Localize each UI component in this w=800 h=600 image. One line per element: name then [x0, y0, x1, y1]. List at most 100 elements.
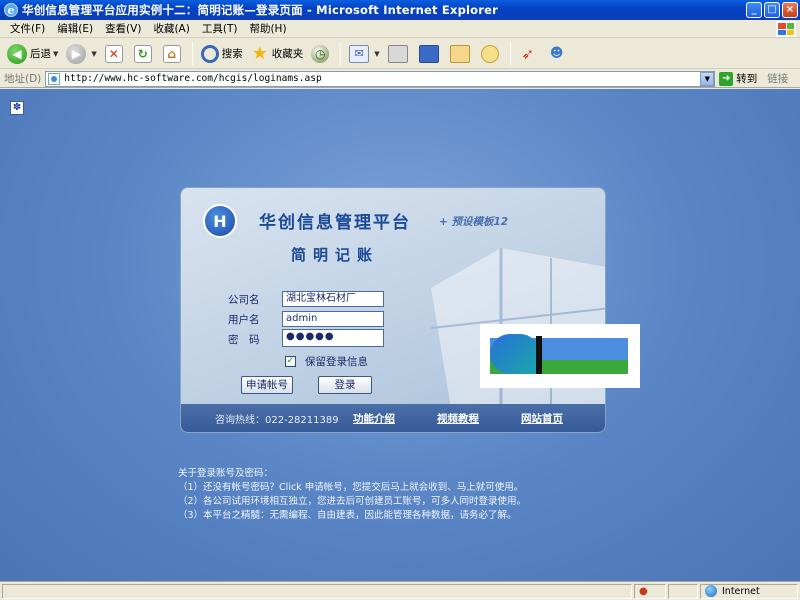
maximize-button[interactable]: □	[764, 2, 780, 18]
platform-subtitle: + 预设模板12	[439, 216, 509, 228]
page-content: ✽ H 华创信息管理平台 + 预设模板12 简明记账 公司名 湖北宝林石材厂 用…	[0, 89, 800, 581]
stop-icon: ✕	[104, 44, 123, 63]
back-arrow-icon: ◀	[7, 43, 27, 64]
research-button[interactable]	[478, 41, 505, 67]
apply-account-button[interactable]: 申请帐号	[241, 376, 293, 394]
notes-title: 关于登录账号及密码：	[178, 468, 274, 479]
zone-label: Internet	[722, 585, 760, 597]
image-shadow	[536, 336, 542, 374]
menu-favorites[interactable]: 收藏(A)	[147, 21, 195, 36]
address-dropdown-icon[interactable]: ▼	[700, 71, 715, 86]
mail-dropdown-icon[interactable]: ▼	[374, 50, 379, 58]
username-label: 用户名	[228, 314, 260, 326]
login-panel: H 华创信息管理平台 + 预设模板12 简明记账 公司名 湖北宝林石材厂 用户名…	[180, 187, 606, 433]
star-icon: ★	[251, 43, 268, 64]
minimize-button[interactable]: _	[746, 2, 762, 18]
menu-tools[interactable]: 工具(T)	[196, 21, 244, 36]
printer-icon	[387, 44, 408, 63]
embedded-image	[480, 324, 640, 388]
address-label: 地址(D)	[4, 73, 42, 85]
security-zone[interactable]: Internet	[700, 583, 798, 599]
mail-button[interactable]: ✉ ▼	[346, 41, 382, 67]
users-icon: ☻	[549, 46, 564, 61]
menu-edit[interactable]: 编辑(E)	[51, 21, 99, 36]
refresh-icon: ↻	[133, 44, 152, 63]
messenger-button[interactable]: ➶	[516, 41, 543, 67]
login-notes: 关于登录账号及密码： （1）还没有帐号密码？Click 申请帐号，您提交后马上就…	[178, 467, 526, 523]
panel-footer: 咨询热线：022-28211389 功能介绍 视频教程 网站首页	[181, 404, 605, 432]
toolbar-separator	[509, 42, 511, 65]
forward-button[interactable]: ▶ ▼	[63, 41, 99, 67]
bird-icon: ➶	[521, 44, 534, 63]
menu-bar: 文件(F) 编辑(E) 查看(V) 收藏(A) 工具(T) 帮助(H)	[0, 20, 800, 38]
research-icon	[480, 44, 499, 63]
search-icon	[200, 44, 219, 63]
refresh-button[interactable]: ↻	[131, 41, 158, 67]
image-shape	[490, 334, 540, 374]
toolbar: ◀ 后退 ▼ ▶ ▼ ✕ ↻ ⌂ 搜索 ★ 收藏夹 ◷ ✉ ▼ ➶ ☻	[0, 39, 800, 69]
back-dropdown-icon[interactable]: ▼	[53, 50, 58, 58]
back-button[interactable]: ◀ 后退 ▼	[4, 41, 61, 67]
notes-line: （2）各公司试用环境相互独立，您进去后可创建员工账号，可多人同时登录使用。	[178, 496, 527, 507]
remember-checkbox[interactable]: ✓	[285, 356, 296, 367]
go-button[interactable]: ➜ 转到	[719, 71, 757, 86]
search-button[interactable]: 搜索	[198, 41, 246, 67]
address-url[interactable]: http://www.hc-software.com/hcgis/loginam…	[64, 73, 321, 84]
close-button[interactable]: ×	[782, 2, 798, 18]
remember-label: 保留登录信息	[305, 356, 368, 368]
username-field[interactable]: admin	[282, 311, 384, 327]
status-message	[2, 583, 632, 599]
history-button[interactable]: ◷	[308, 41, 335, 67]
status-spacer	[668, 583, 698, 599]
home-button[interactable]: ⌂	[160, 41, 187, 67]
app-title: 简明记账	[291, 246, 380, 264]
toolbar-separator	[340, 42, 342, 65]
platform-logo-icon: H	[203, 204, 237, 238]
stop-button[interactable]: ✕	[102, 41, 129, 67]
forward-arrow-icon: ▶	[66, 43, 87, 64]
home-icon: ⌂	[162, 44, 181, 63]
features-link[interactable]: 功能介绍	[353, 411, 395, 426]
forward-dropdown-icon[interactable]: ▼	[91, 50, 96, 58]
mail-icon: ✉	[349, 44, 370, 63]
menu-file[interactable]: 文件(F)	[4, 21, 51, 36]
go-label: 转到	[736, 73, 758, 85]
status-progress-icon: ●	[639, 585, 648, 597]
ie-logo-icon: e	[4, 3, 18, 17]
address-bar: 地址(D) http://www.hc-software.com/hcgis/l…	[0, 70, 800, 88]
history-icon: ◷	[311, 44, 330, 63]
go-arrow-icon: ➜	[719, 71, 734, 86]
paw-icon[interactable]: ✽	[10, 101, 24, 115]
favorites-button[interactable]: ★ 收藏夹	[248, 41, 307, 67]
status-bar: ● Internet	[0, 581, 800, 600]
discuss-icon	[449, 44, 470, 63]
window-controls: _ □ ×	[746, 2, 798, 18]
video-tutorial-link[interactable]: 视频教程	[437, 411, 479, 426]
edit-button[interactable]	[416, 41, 445, 67]
page-icon	[48, 72, 61, 85]
address-input[interactable]: http://www.hc-software.com/hcgis/loginam…	[45, 70, 716, 87]
users-button[interactable]: ☻	[545, 41, 572, 67]
print-button[interactable]	[385, 41, 414, 67]
remember-option[interactable]: ✓ 保留登录信息	[285, 354, 368, 369]
title-bar: e 华创信息管理平台应用实例十二：简明记账—登录页面 - Microsoft I…	[0, 0, 800, 20]
menu-view[interactable]: 查看(V)	[99, 21, 147, 36]
menu-help[interactable]: 帮助(H)	[243, 21, 292, 36]
links-button[interactable]: 链接	[767, 71, 788, 86]
favorites-label: 收藏夹	[271, 48, 304, 60]
homepage-link[interactable]: 网站首页	[521, 411, 563, 426]
discuss-button[interactable]	[447, 41, 476, 67]
notes-line: （1）还没有帐号密码？Click 申请帐号，您提交后马上就会收到、马上就可使用。	[178, 482, 524, 493]
notes-line: （3）本平台之精髓：无需编程、自由建表，因此能管理各种数据，请务必了解。	[178, 510, 517, 521]
platform-title: 华创信息管理平台	[259, 213, 411, 233]
edit-icon	[418, 44, 439, 63]
company-field[interactable]: 湖北宝林石材厂	[282, 291, 384, 307]
toolbar-separator	[191, 42, 193, 65]
password-label: 密 码	[228, 334, 260, 346]
windows-flag-icon	[776, 21, 796, 37]
hotline-text: 咨询热线：022-28211389	[215, 414, 339, 426]
search-label: 搜索	[221, 48, 243, 60]
login-button[interactable]: 登录	[318, 376, 372, 394]
password-field[interactable]: ●●●●●	[282, 329, 384, 347]
globe-icon	[705, 585, 717, 597]
